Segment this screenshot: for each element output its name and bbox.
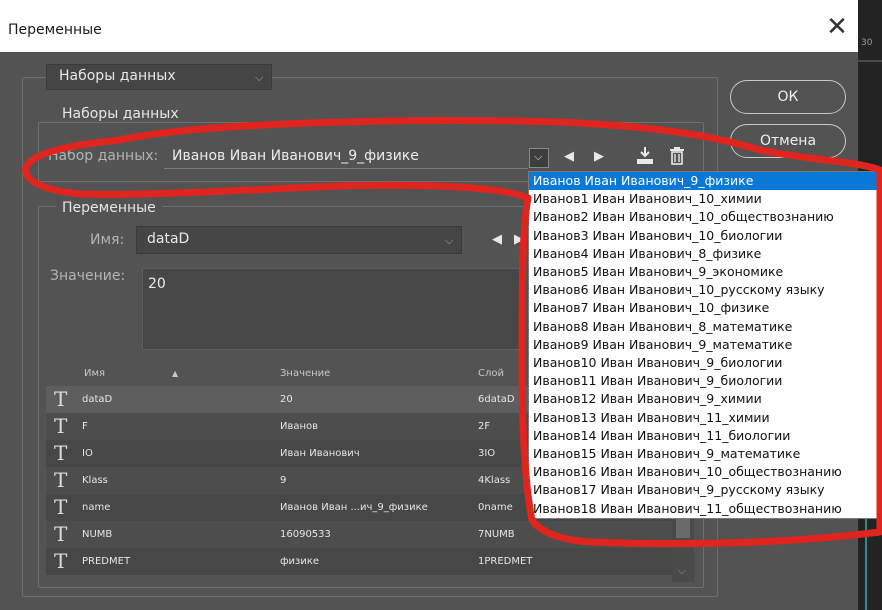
list-item[interactable]: Иванов7 Иван Иванович_10_физике — [529, 299, 881, 317]
cancel-button[interactable]: Отмена — [730, 124, 846, 158]
table-row[interactable]: T PREDMET физике 1PREDMET — [46, 548, 694, 575]
row-layer: 6dataD — [478, 394, 515, 405]
text-layer-icon: T — [54, 495, 68, 519]
row-value: Иван Иванович — [280, 448, 360, 459]
close-icon[interactable]: ✕ — [824, 14, 850, 40]
list-item[interactable]: Иванов13 Иван Иванович_11_химии — [529, 409, 881, 427]
list-item[interactable]: Иванов Иван Иванович_9_физике — [529, 172, 881, 191]
sort-ascending-icon: ▲ — [172, 369, 179, 378]
list-item[interactable]: Иванов2 Иван Иванович_10_обществознанию — [529, 208, 881, 226]
arrow-right-icon[interactable]: ▶ — [594, 149, 604, 164]
mode-dropdown-value: Наборы данных — [59, 68, 176, 84]
value-text: 20 — [148, 276, 166, 292]
ruler-label: 30 — [861, 38, 873, 48]
value-label: Значение: — [50, 268, 126, 284]
dataset-label: Набор данных: — [48, 148, 159, 164]
text-layer-icon: T — [54, 387, 68, 411]
arrow-left-icon[interactable]: ◀ — [564, 149, 574, 164]
row-name: IO — [82, 448, 93, 459]
row-layer: 1PREDMET — [478, 556, 533, 567]
row-name: name — [82, 502, 111, 513]
list-item[interactable]: Иванов9 Иван Иванович_9_математике — [529, 336, 881, 354]
row-layer: 3IO — [478, 448, 496, 459]
row-value: 20 — [280, 394, 293, 405]
variables-legend: Переменные — [56, 200, 162, 216]
text-layer-icon: T — [54, 522, 68, 546]
row-value: Иванов — [280, 421, 319, 432]
row-value: Иванов Иван ...ич_9_физике — [280, 502, 428, 513]
window-title: Переменные — [8, 22, 102, 38]
variable-name-dropdown[interactable]: dataD ⌵ — [136, 226, 462, 254]
chevron-down-icon[interactable]: ⌵ — [678, 566, 686, 577]
list-item[interactable]: Иванов11 Иван Иванович_9_биологии — [529, 372, 881, 390]
datasets-legend: Наборы данных — [56, 106, 185, 122]
list-item[interactable]: Иванов15 Иван Иванович_9_математике — [529, 445, 881, 463]
arrow-right-icon[interactable]: ▶ — [514, 232, 524, 247]
dataset-dropdown-button[interactable]: ⌵ — [529, 148, 549, 168]
column-header-name[interactable]: Имя — [84, 368, 105, 379]
row-name: Klass — [82, 475, 108, 486]
chevron-down-icon: ⌵ — [445, 234, 454, 247]
row-value: 9 — [280, 475, 287, 486]
ok-button[interactable]: ОК — [730, 80, 846, 114]
column-header-value[interactable]: Значение — [280, 368, 330, 379]
dataset-underline — [164, 168, 528, 169]
list-item[interactable]: Иванов17 Иван Иванович_9_русскому языку — [529, 481, 881, 499]
mode-dropdown[interactable]: Наборы данных ⌵ — [46, 64, 272, 90]
row-layer: 0name — [478, 502, 513, 513]
row-value: 16090533 — [280, 529, 331, 540]
table-row[interactable]: T NUMB 16090533 7NUMB — [46, 521, 694, 548]
row-layer: 7NUMB — [478, 529, 515, 540]
list-item[interactable]: Иванов4 Иван Иванович_8_физике — [529, 245, 881, 263]
value-textarea[interactable]: 20 — [142, 268, 522, 350]
title-bar: Переменные ✕ — [0, 0, 858, 52]
text-layer-icon: T — [54, 468, 68, 492]
import-icon[interactable] — [634, 145, 656, 167]
list-item[interactable]: Иванов1 Иван Иванович_10_химии — [529, 190, 881, 208]
name-label: Имя: — [90, 232, 125, 248]
row-layer: 4Klass — [478, 475, 511, 486]
list-item[interactable]: Иванов16 Иван Иванович_10_обществознанию — [529, 463, 881, 481]
row-value: физике — [280, 556, 320, 567]
row-name: PREDMET — [82, 556, 131, 567]
list-item[interactable]: Иванов5 Иван Иванович_9_экономике — [529, 263, 881, 281]
chevron-down-icon: ⌵ — [255, 71, 264, 84]
list-item[interactable]: Иванов10 Иван Иванович_9_биологии — [529, 354, 881, 372]
list-item[interactable]: Иванов6 Иван Иванович_10_русскому языку — [529, 281, 881, 299]
trash-icon[interactable] — [668, 146, 686, 166]
list-item[interactable]: Иванов18 Иван Иванович_11_обществознанию — [529, 500, 881, 518]
row-layer: 2F — [478, 421, 491, 432]
dataset-dropdown-list[interactable]: Иванов Иван Иванович_9_физике Иванов1 Ив… — [528, 171, 882, 519]
variable-name-value: dataD — [147, 231, 190, 247]
text-layer-icon: T — [54, 414, 68, 438]
column-header-layer[interactable]: Слой — [478, 368, 504, 379]
list-item[interactable]: Иванов8 Иван Иванович_8_математике — [529, 318, 881, 336]
row-name: F — [82, 421, 88, 432]
list-item[interactable]: Иванов3 Иван Иванович_10_биологии — [529, 227, 881, 245]
text-layer-icon: T — [54, 441, 68, 465]
list-item[interactable]: Иванов12 Иван Иванович_9_химии — [529, 390, 881, 408]
dataset-value: Иванов Иван Иванович_9_физике — [172, 148, 419, 164]
row-name: NUMB — [82, 529, 113, 540]
list-item[interactable]: Иванов14 Иван Иванович_11_биологии — [529, 427, 881, 445]
ruler-line — [858, 60, 882, 62]
row-name: dataD — [82, 394, 113, 405]
text-layer-icon: T — [54, 549, 68, 573]
arrow-left-icon[interactable]: ◀ — [492, 232, 502, 247]
chevron-down-icon: ⌵ — [534, 150, 543, 163]
